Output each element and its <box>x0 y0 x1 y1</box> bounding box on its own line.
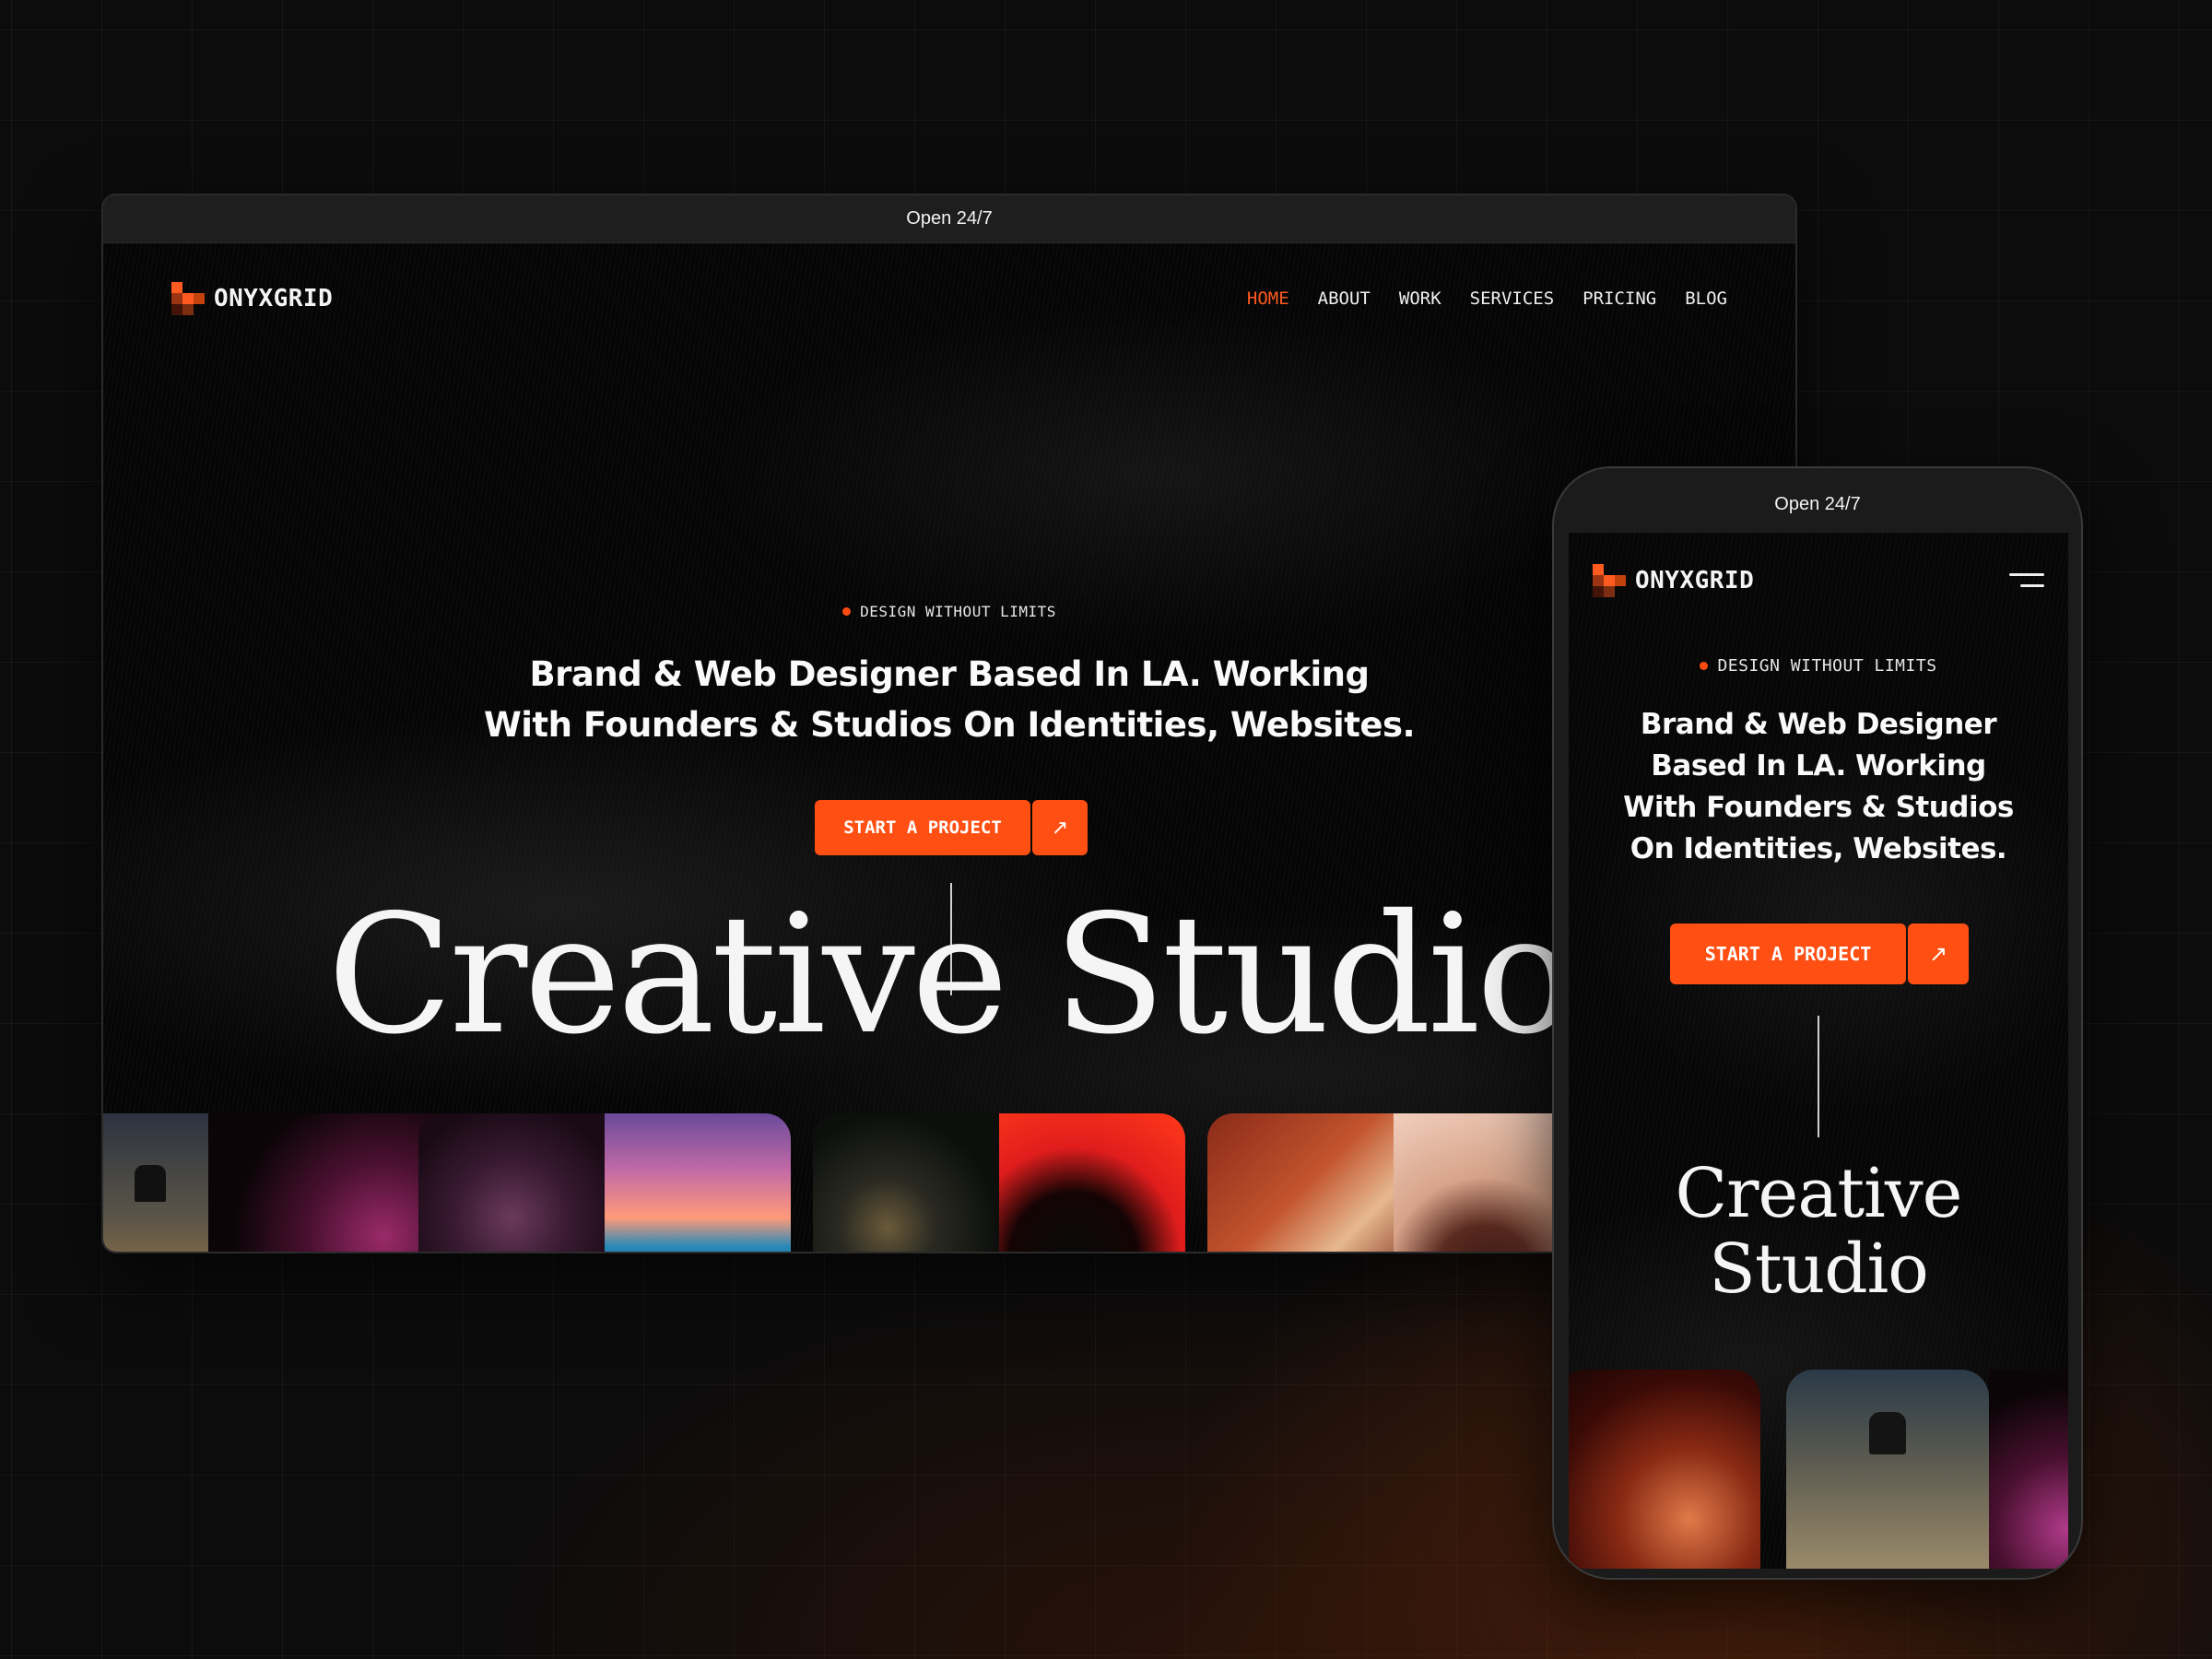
gallery-card[interactable] <box>418 1113 791 1252</box>
nav-item-services[interactable]: SERVICES <box>1470 288 1555 309</box>
mobile-headline-line-4: On Identities, Websites. <box>1630 832 2007 865</box>
mobile-navbar: ONYXGRID <box>1593 562 2044 599</box>
brand-name: ONYXGRID <box>214 285 334 312</box>
mobile-headline-line-2: Based In LA. Working <box>1651 749 1986 782</box>
nav-menu: HOME ABOUT WORK SERVICES PRICING BLOG <box>1247 288 1727 309</box>
mobile-eyebrow-text: DESIGN WITHOUT LIMITS <box>1717 656 1937 676</box>
status-dot-icon <box>842 607 852 616</box>
dropper-bottle-image <box>1786 1370 1989 1569</box>
start-project-button[interactable]: START A PROJECT <box>815 800 1030 855</box>
headline-line-2: With Founders & Studios On Identities, W… <box>483 705 1416 745</box>
lamp-room-image <box>1207 1113 1394 1252</box>
mobile-announcement-text: Open 24/7 <box>1774 494 1861 514</box>
logo-mark-icon <box>171 282 205 315</box>
gallery-card[interactable] <box>1989 1370 2068 1569</box>
mobile-headline-line-3: With Founders & Studios <box>1623 791 2014 824</box>
logo[interactable]: ONYXGRID <box>171 282 333 315</box>
gold-blade-image <box>813 1113 999 1252</box>
gallery-card[interactable] <box>1786 1370 1989 1569</box>
mobile-title-line-1: Creative <box>1675 1154 1963 1233</box>
mobile-divider-line <box>1818 1016 1819 1137</box>
nav-item-pricing[interactable]: PRICING <box>1583 288 1656 309</box>
headline-line-1: Brand & Web Designer Based In LA. Workin… <box>529 654 1370 694</box>
arrow-up-right-icon[interactable]: ↗ <box>1032 800 1088 855</box>
mobile-mockup: Open 24/7 ONYXGRID DESIGN WITHOUT LIMITS… <box>1552 466 2083 1580</box>
mobile-hero-headline: Brand & Web Designer Based In LA. Workin… <box>1569 704 2068 870</box>
hero-eyebrow: DESIGN WITHOUT LIMITS <box>103 603 1795 620</box>
crystal-cube-image <box>1989 1370 2068 1569</box>
nav-item-work[interactable]: WORK <box>1399 288 1441 309</box>
arrow-up-right-icon[interactable]: ↗ <box>1908 924 1969 984</box>
nav-item-home[interactable]: HOME <box>1247 288 1289 309</box>
mobile-hero-eyebrow: DESIGN WITHOUT LIMITS <box>1569 656 2068 676</box>
nav-item-blog[interactable]: BLOG <box>1685 288 1727 309</box>
hero-section: ONYXGRID HOME ABOUT WORK SERVICES PRICIN… <box>103 243 1795 1252</box>
mobile-image-gallery <box>1569 1370 2068 1569</box>
bottle-cap-shape <box>135 1165 166 1202</box>
announcement-text: Open 24/7 <box>906 208 993 229</box>
image-gallery <box>103 1113 1795 1252</box>
hero-title: Creative Studio <box>327 879 1575 1070</box>
desktop-mockup: Open 24/7 ONYXGRID HOME ABOUT WORK SERVI… <box>101 194 1797 1253</box>
mobile-brand-name: ONYXGRID <box>1635 567 1755 594</box>
gallery-card[interactable] <box>1207 1113 1594 1252</box>
mobile-headline-line-1: Brand & Web Designer <box>1640 708 1997 741</box>
woman-portrait-image <box>1569 1370 1760 1569</box>
hamburger-menu-icon[interactable] <box>2009 571 2044 590</box>
cta-group: START A PROJECT ↗ <box>815 800 1088 855</box>
mobile-logo[interactable]: ONYXGRID <box>1593 564 1754 597</box>
status-dot-icon <box>1700 662 1709 670</box>
mobile-start-project-button[interactable]: START A PROJECT <box>1670 924 1906 984</box>
hero-headline: Brand & Web Designer Based In LA. Workin… <box>103 649 1795 750</box>
mobile-title-line-2: Studio <box>1709 1230 1929 1309</box>
logo-mark-icon <box>1593 564 1626 597</box>
nav-item-about[interactable]: ABOUT <box>1318 288 1371 309</box>
gallery-card[interactable] <box>1569 1370 1760 1569</box>
mobile-screen: ONYXGRID DESIGN WITHOUT LIMITS Brand & W… <box>1569 533 2068 1569</box>
gallery-card[interactable] <box>813 1113 1185 1252</box>
mobile-cta-group: START A PROJECT ↗ <box>1670 924 1969 984</box>
lipstick-image <box>418 1113 605 1252</box>
bottle-cap-shape <box>1869 1412 1906 1454</box>
navbar: ONYXGRID HOME ABOUT WORK SERVICES PRICIN… <box>171 280 1727 317</box>
announcement-bar: Open 24/7 <box>103 195 1795 243</box>
sunset-ocean-image <box>605 1113 791 1252</box>
red-portrait-image <box>999 1113 1185 1252</box>
mobile-hero-title: Creative Studio <box>1569 1156 2068 1307</box>
eyebrow-text: DESIGN WITHOUT LIMITS <box>860 603 1056 620</box>
